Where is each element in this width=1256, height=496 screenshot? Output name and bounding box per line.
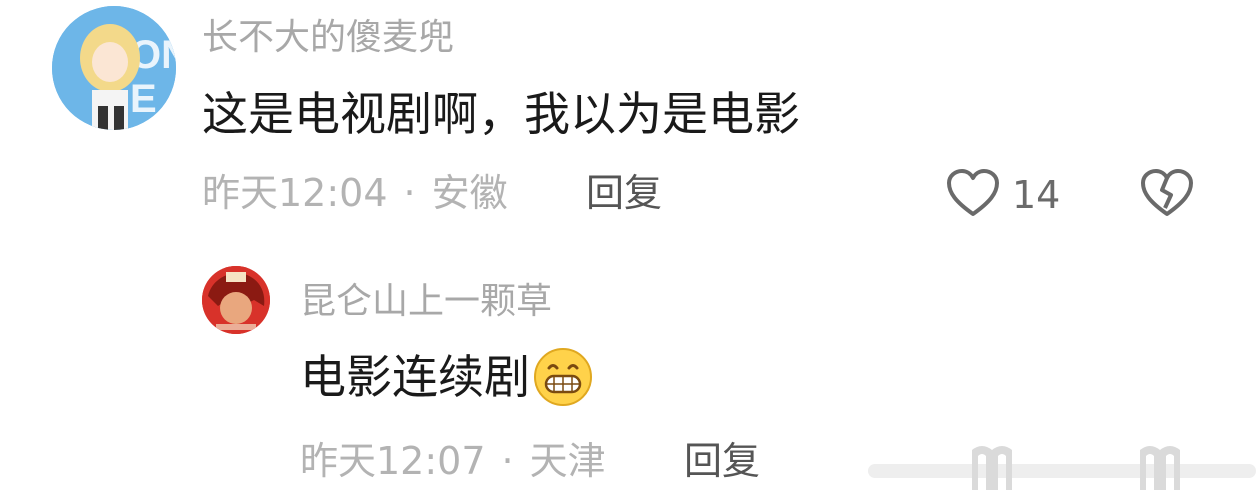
reply-time: 昨天12:07 <box>300 439 486 483</box>
comment-meta: 昨天12:04 · 安徽 <box>202 174 508 212</box>
dislike-button[interactable] <box>1140 168 1194 218</box>
heart-outline-icon <box>947 169 999 216</box>
reply-button[interactable]: 回复 <box>586 174 662 212</box>
broken-heart-icon <box>1141 169 1193 216</box>
meta-separator: · <box>403 171 416 215</box>
commenter-avatar[interactable]: ON E <box>52 6 176 130</box>
reply-text: 电影连续剧 <box>300 350 530 404</box>
svg-text:E: E <box>130 77 157 121</box>
reply-body: 电影连续剧 <box>300 346 594 408</box>
comment-time: 昨天12:04 <box>202 171 388 215</box>
commenter-username[interactable]: 长不大的傻麦兜 <box>202 20 454 56</box>
avatar-illustration <box>202 266 270 334</box>
comment-location: 安徽 <box>431 171 508 215</box>
avatar-illustration: ON E <box>52 6 176 130</box>
replier-username[interactable]: 昆仑山上一颗草 <box>300 284 552 320</box>
reply-location: 天津 <box>529 439 606 483</box>
meta-separator: · <box>501 439 514 483</box>
like-button[interactable] <box>946 168 1000 218</box>
grinning-face-emoji <box>532 346 594 408</box>
watermark-overlay <box>868 440 1256 496</box>
reply-to-reply-button[interactable]: 回复 <box>684 442 760 480</box>
replier-avatar[interactable] <box>202 266 270 334</box>
comment-text: 这是电视剧啊，我以为是电影 <box>202 87 800 141</box>
reply-meta: 昨天12:07 · 天津 <box>300 442 606 480</box>
like-count: 14 <box>1012 173 1061 217</box>
